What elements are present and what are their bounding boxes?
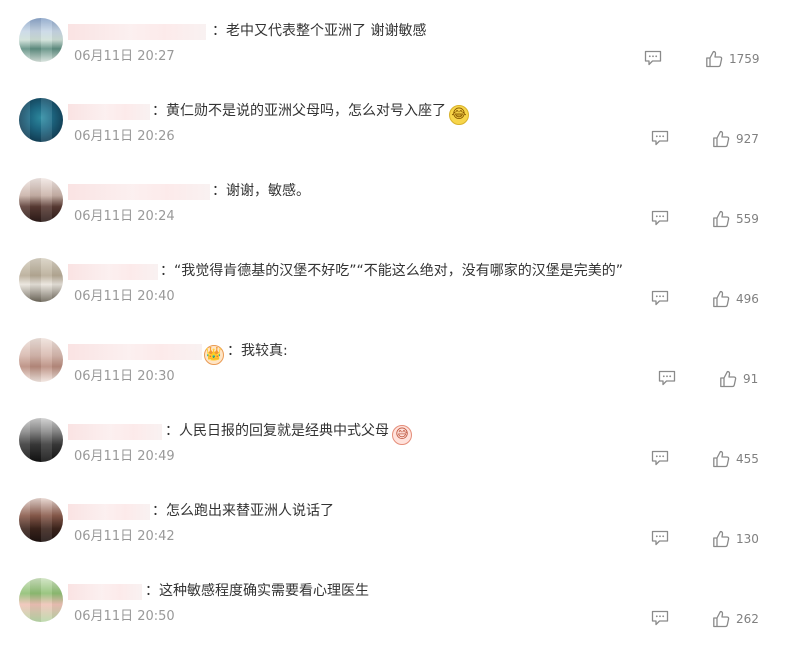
avatar[interactable] [19, 498, 63, 542]
avatar[interactable] [19, 18, 63, 62]
avatar[interactable] [19, 258, 63, 302]
avatar[interactable] [19, 98, 63, 142]
reply-button[interactable] [650, 530, 670, 546]
username-blurred[interactable] [68, 424, 162, 440]
comment-item: ：黄仁勋不是说的亚洲父母吗，怎么对号入座了 😂 06月11日 20:26 927 [0, 80, 786, 160]
comment-bubble-icon [644, 50, 662, 66]
comment-bubble-icon [658, 370, 676, 386]
reply-button[interactable] [650, 610, 670, 626]
comment-bubble-icon [651, 610, 669, 626]
comment-bubble-icon [651, 450, 669, 466]
comment-item: ：怎么跑出来替亚洲人说话了 06月11日 20:42 130 [0, 480, 786, 560]
crown-badge-icon: 👑 [204, 345, 224, 365]
comment-time: 06月11日 20:30 [74, 369, 175, 384]
avatar[interactable] [19, 338, 63, 382]
comment-time: 06月11日 20:50 [74, 609, 175, 624]
comment-time: 06月11日 20:42 [74, 529, 175, 544]
avatar[interactable] [19, 578, 63, 622]
like-button[interactable]: 455 [712, 449, 759, 469]
username-blurred[interactable] [68, 504, 150, 520]
comment-text: ：这种敏感程度确实需要看心理医生 [145, 583, 369, 599]
reply-button[interactable] [650, 210, 670, 226]
thumbs-up-icon [713, 450, 730, 468]
comment-item: ：老中又代表整个亚洲了 谢谢敏感 06月11日 20:27 1759 [0, 0, 786, 80]
comment-text: ：我较真: [227, 343, 288, 359]
username-blurred[interactable] [68, 264, 158, 280]
username-blurred[interactable] [68, 104, 150, 120]
reply-button[interactable] [650, 290, 670, 306]
like-button[interactable]: 559 [712, 209, 759, 229]
comment-text: ：人民日报的回复就是经典中式父母 😅 [165, 421, 412, 445]
thumbs-up-icon [706, 50, 723, 68]
comment-item: 👑 ：我较真: 06月11日 20:30 91 [0, 320, 786, 400]
like-count: 455 [736, 452, 759, 466]
like-count: 262 [736, 612, 759, 626]
username-blurred[interactable] [68, 24, 206, 40]
reply-button[interactable] [650, 130, 670, 146]
avatar[interactable] [19, 418, 63, 462]
comment-text: ：黄仁勋不是说的亚洲父母吗，怎么对号入座了 😂 [152, 101, 469, 125]
username-blurred[interactable] [68, 344, 202, 360]
comment-bubble-icon [651, 210, 669, 226]
like-count: 91 [743, 372, 759, 386]
comment-bubble-icon [651, 530, 669, 546]
comment-time: 06月11日 20:49 [74, 449, 175, 464]
thumbs-up-icon [713, 290, 730, 308]
reply-button[interactable] [657, 370, 677, 386]
comment-text: ：“我觉得肯德基的汉堡不好吃”“不能这么绝对，没有哪家的汉堡是完美的” [160, 263, 624, 279]
like-count: 496 [736, 292, 759, 306]
like-button[interactable]: 130 [712, 529, 759, 549]
like-button[interactable]: 927 [712, 129, 759, 149]
reply-button[interactable] [650, 450, 670, 466]
like-count: 927 [736, 132, 759, 146]
comment-bubble-icon [651, 130, 669, 146]
comment-item: ：谢谢，敏感。 06月11日 20:24 559 [0, 160, 786, 240]
comment-bubble-icon [651, 290, 669, 306]
like-count: 559 [736, 212, 759, 226]
crying-laughing-emoji: 😂 [449, 105, 469, 125]
avatar[interactable] [19, 178, 63, 222]
comment-text: ：怎么跑出来替亚洲人说话了 [152, 503, 334, 519]
comment-item: ：这种敏感程度确实需要看心理医生 06月11日 20:50 262 [0, 560, 786, 640]
thumbs-up-icon [713, 210, 730, 228]
thumbs-up-icon [720, 370, 737, 388]
like-button[interactable]: 262 [712, 609, 759, 629]
comment-time: 06月11日 20:26 [74, 129, 175, 144]
like-button[interactable]: 91 [719, 369, 758, 389]
like-button[interactable]: 496 [712, 289, 759, 309]
comment-time: 06月11日 20:27 [74, 49, 175, 64]
username-blurred[interactable] [68, 584, 142, 600]
thumbs-up-icon [713, 130, 730, 148]
username-blurred[interactable] [68, 184, 210, 200]
like-count: 1759 [729, 52, 760, 66]
comment-item: ：人民日报的回复就是经典中式父母 😅 06月11日 20:49 455 [0, 400, 786, 480]
like-button[interactable]: 1759 [705, 49, 760, 69]
like-count: 130 [736, 532, 759, 546]
comment-time: 06月11日 20:24 [74, 209, 175, 224]
thumbs-up-icon [713, 610, 730, 628]
sweat-smile-emoji: 😅 [392, 425, 412, 445]
comment-time: 06月11日 20:40 [74, 289, 175, 304]
comment-item: ：“我觉得肯德基的汉堡不好吃”“不能这么绝对，没有哪家的汉堡是完美的” 06月1… [0, 240, 786, 320]
comment-text: ：老中又代表整个亚洲了 谢谢敏感 [212, 23, 427, 39]
thumbs-up-icon [713, 530, 730, 548]
comment-text: ：谢谢，敏感。 [212, 183, 310, 199]
reply-button[interactable] [643, 50, 663, 66]
